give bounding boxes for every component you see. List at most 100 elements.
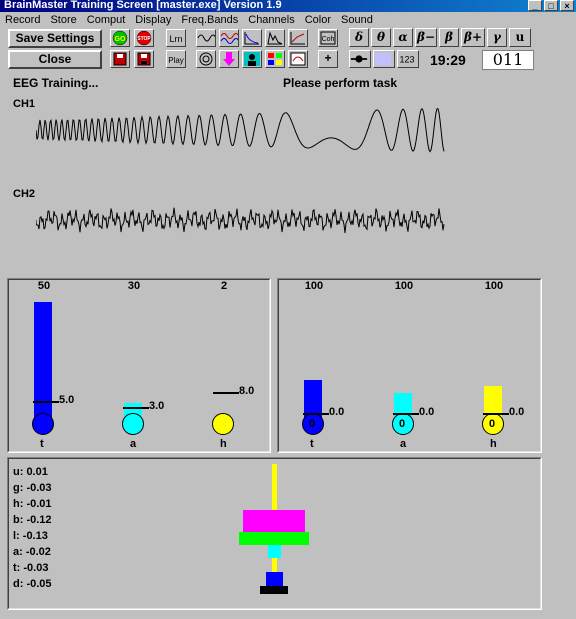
channel-1-label: CH1 — [13, 98, 36, 110]
threshold-bulb-t — [32, 413, 54, 435]
channel-1-waveform — [36, 107, 445, 153]
threshold-bar-scale-t: 50 — [37, 280, 51, 292]
threshold-bar-label-h: h — [220, 438, 227, 450]
session-time: 19:29 — [430, 52, 466, 68]
coherence-icon[interactable]: Coh — [318, 29, 338, 47]
channel-2-label: CH2 — [13, 188, 36, 200]
channel-2-waveform — [36, 207, 445, 234]
go-button[interactable]: GO — [110, 29, 130, 47]
svg-text:Lrn: Lrn — [169, 34, 182, 44]
tower-bottom-pole — [272, 558, 277, 572]
minimize-button[interactable]: _ — [528, 0, 542, 11]
arrow-down-icon[interactable] — [219, 50, 239, 68]
spectrum-bars-icon[interactable] — [265, 29, 285, 47]
reward-bulb-value-t: 0 — [309, 418, 316, 430]
readout-u: u: 0.01 — [13, 466, 48, 478]
tower-blue-block — [266, 572, 283, 586]
readout-b: b: -0.12 — [13, 514, 52, 526]
reward-bar-scale-t: 100 — [304, 280, 324, 292]
band-beta-high-button[interactable]: β+ — [461, 28, 485, 47]
spiral-icon[interactable] — [196, 50, 216, 68]
menu-bar: Record Store Comput Display Freq.Bands C… — [0, 12, 576, 28]
reward-bar-label-h: h — [490, 438, 497, 450]
play-icon[interactable]: Play — [166, 50, 186, 68]
reward-bar-label-t: t — [310, 438, 314, 450]
menu-store[interactable]: Store — [45, 12, 81, 28]
trend-icon[interactable] — [288, 29, 308, 47]
menu-record[interactable]: Record — [0, 12, 45, 28]
threshold-threshold-value-t: 5.0 — [59, 394, 75, 406]
tower-green-block — [239, 532, 309, 545]
plus-button[interactable]: + — [318, 50, 338, 68]
reward-threshold-line-a[interactable] — [393, 413, 419, 415]
close-window-button[interactable]: × — [560, 0, 574, 11]
threshold-bar-scale-a: 30 — [127, 280, 141, 292]
spectrum-icon[interactable] — [242, 29, 262, 47]
threshold-threshold-value-a: 3.0 — [149, 400, 165, 412]
menu-sound[interactable]: Sound — [336, 12, 378, 28]
wave-display-icon[interactable] — [196, 29, 216, 47]
tower-cyan-block — [268, 545, 281, 558]
svg-text:123: 123 — [399, 55, 414, 65]
reward-bar-label-a: a — [400, 438, 407, 450]
training-status: EEG Training... — [13, 76, 99, 90]
tower-magenta-block — [243, 510, 305, 532]
window-title-bar: BrainMaster Training Screen [master.exe]… — [0, 0, 576, 12]
close-button[interactable]: Close — [8, 50, 102, 69]
save-disk-icon[interactable] — [134, 50, 154, 68]
readout-l: l: -0.13 — [13, 530, 48, 542]
menu-display[interactable]: Display — [130, 12, 176, 28]
svg-text:STOP: STOP — [137, 36, 151, 42]
svg-text:GO: GO — [115, 36, 126, 43]
readout-g: g: -0.03 — [13, 482, 52, 494]
reward-bar-scale-a: 100 — [394, 280, 414, 292]
numeric-display-button[interactable]: 123 — [397, 50, 419, 68]
loop-icon[interactable] — [288, 50, 308, 68]
color-grid-icon[interactable] — [265, 50, 285, 68]
menu-freq-bands[interactable]: Freq.Bands — [176, 12, 243, 28]
stop-button[interactable]: STOP — [134, 29, 154, 47]
record-icon[interactable] — [110, 50, 130, 68]
moon-icon[interactable] — [373, 50, 395, 68]
multi-wave-icon[interactable] — [219, 29, 239, 47]
menu-color[interactable]: Color — [300, 12, 336, 28]
band-gamma-button[interactable]: γ — [487, 28, 507, 47]
reward-bulb-value-a: 0 — [399, 418, 406, 430]
readout-t: t: -0.03 — [13, 562, 49, 574]
band-delta-button[interactable]: δ — [349, 28, 369, 47]
reward-bar-scale-h: 100 — [484, 280, 504, 292]
threshold-threshold-line-t[interactable] — [33, 401, 59, 403]
reward-threshold-line-h[interactable] — [483, 413, 509, 415]
connect-icon[interactable] — [349, 50, 371, 68]
window-title: BrainMaster Training Screen [master.exe]… — [4, 0, 282, 11]
threshold-bar-label-t: t — [40, 438, 44, 450]
threshold-threshold-line-h[interactable] — [213, 392, 239, 394]
threshold-threshold-line-a[interactable] — [123, 407, 149, 409]
readout-h: h: -0.01 — [13, 498, 52, 510]
readout-d: d: -0.05 — [13, 578, 52, 590]
threshold-bulb-h — [212, 413, 234, 435]
reward-bulb-value-h: 0 — [489, 418, 496, 430]
band-alpha-button[interactable]: α — [393, 28, 413, 47]
maximize-button[interactable]: □ — [544, 0, 558, 11]
tower-top-pole — [272, 464, 277, 512]
menu-channels[interactable]: Channels — [243, 12, 299, 28]
person-icon[interactable] — [242, 50, 262, 68]
band-beta-button[interactable]: β — [439, 28, 459, 47]
band-beta-low-button[interactable]: β− — [415, 28, 437, 47]
threshold-bar-label-a: a — [130, 438, 137, 450]
feedback-tower-graphic — [239, 464, 309, 594]
svg-text:Coh: Coh — [322, 36, 335, 43]
readout-a: a: -0.02 — [13, 546, 51, 558]
linear-icon[interactable]: Lrn — [166, 29, 186, 47]
save-settings-button[interactable]: Save Settings — [8, 29, 102, 48]
threshold-threshold-value-h: 8.0 — [239, 385, 255, 397]
menu-comput[interactable]: Comput — [82, 12, 131, 28]
tower-base — [260, 586, 288, 594]
toolbar: Save Settings Close GO STOP Lrn Play Coh — [0, 28, 576, 72]
svg-text:Play: Play — [168, 56, 184, 65]
reward-threshold-value-h: 0.0 — [509, 406, 525, 418]
band-theta-button[interactable]: θ — [371, 28, 391, 47]
band-u-button[interactable]: u — [509, 28, 531, 47]
reward-threshold-line-t[interactable] — [303, 413, 329, 415]
